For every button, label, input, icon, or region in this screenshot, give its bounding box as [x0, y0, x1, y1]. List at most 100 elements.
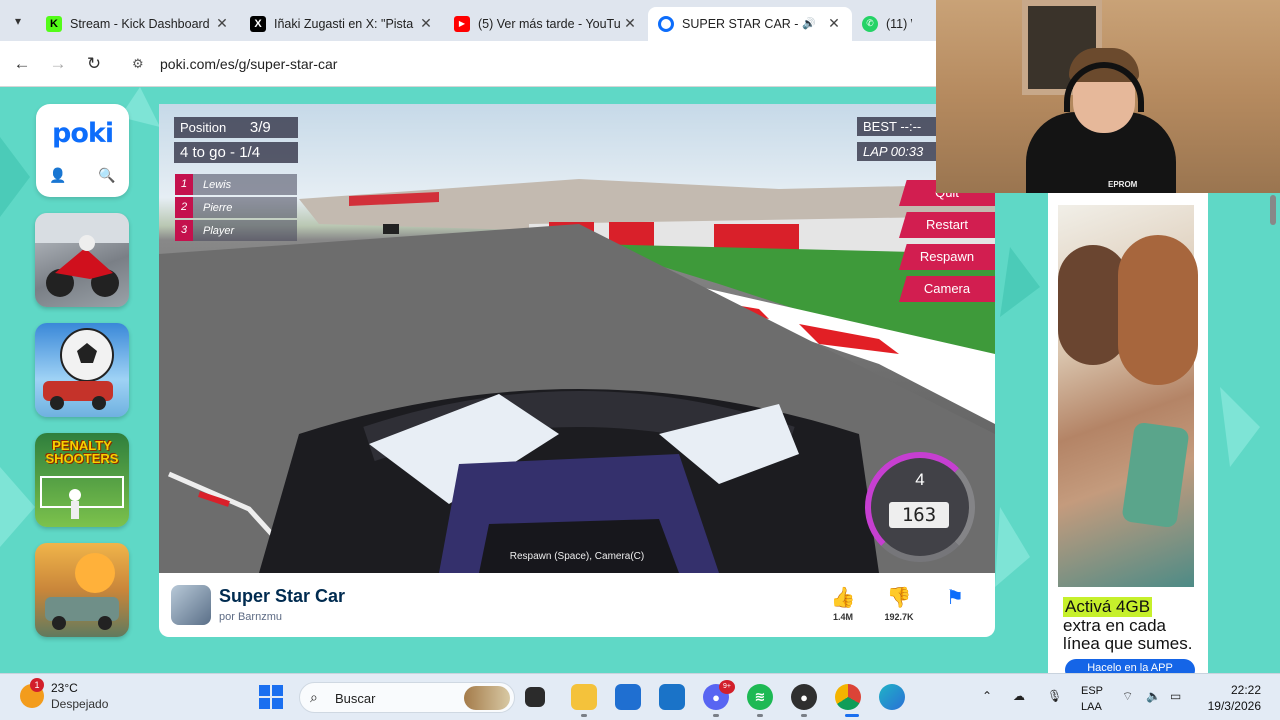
dislike-button[interactable]: 👎 192.7K	[882, 585, 916, 622]
poki-icon	[658, 15, 674, 32]
search-placeholder: Buscar	[335, 691, 376, 706]
best-time-text: BEST --:--	[863, 119, 922, 134]
chrome-icon[interactable]	[835, 684, 861, 710]
speed-readout: 163	[889, 502, 949, 528]
obs-icon[interactable]: ●	[791, 684, 817, 710]
ad-body: extra en cada línea que sumes.	[1063, 616, 1193, 653]
taskbar-search[interactable]: ⌕ Buscar	[299, 682, 515, 713]
poki-logo-card[interactable]: poki 👤 🔍	[36, 104, 129, 197]
spotify-icon[interactable]: ≋	[747, 684, 773, 710]
address-bar[interactable]: ⚙ poki.com/es/g/super-star-car	[122, 47, 928, 81]
leaderboard-row: 2 Pierre	[175, 197, 297, 218]
tab-x[interactable]: X Iñaki Zugasti en X: "Pista ✕	[240, 7, 444, 41]
lang-primary: ESP	[1081, 685, 1104, 697]
edge-icon[interactable]	[879, 684, 905, 710]
show-hidden-icons[interactable]: ⌃	[982, 689, 992, 703]
search-icon[interactable]: 🔍	[98, 167, 116, 185]
game-title: Super Star Car	[219, 586, 346, 606]
tab-poki[interactable]: SUPER STAR CAR - ¡Ju 🔊 ✕	[648, 6, 852, 41]
laps-to-go-text: 4 to go - 1/4	[180, 144, 261, 161]
ad-cta-button[interactable]: Hacelo en la APP	[1065, 659, 1195, 673]
close-icon[interactable]: ✕	[418, 15, 434, 32]
tab-youtube[interactable]: ▶ (5) Ver más tarde - YouTu ✕	[444, 7, 648, 41]
weather-badge: 1	[30, 678, 44, 692]
game-author[interactable]: por Barnzmu	[219, 611, 282, 623]
tab-whatsapp[interactable]: ✆ (11) Wha	[852, 7, 922, 41]
game-thumb-soccer-car[interactable]	[35, 323, 129, 417]
file-explorer-icon[interactable]	[571, 684, 597, 710]
close-icon[interactable]: ✕	[826, 15, 842, 32]
driver-name: Lewis	[203, 178, 232, 191]
best-time: BEST --:--	[857, 117, 937, 136]
store-icon[interactable]	[615, 684, 641, 710]
position-label: Position	[180, 120, 227, 135]
flag-icon: ⚑	[946, 587, 964, 609]
dislike-count: 192.7K	[884, 612, 914, 622]
thumbs-up-icon: 👍	[830, 587, 856, 609]
tab-kick[interactable]: K Stream - Kick Dashboard ✕	[36, 7, 240, 41]
game-icon	[171, 585, 211, 625]
wifi-icon[interactable]: ⌔	[1122, 689, 1133, 704]
outlook-icon[interactable]	[659, 684, 685, 710]
scrollbar[interactable]	[1266, 193, 1280, 673]
start-icon[interactable]	[259, 685, 283, 709]
webcam-overlay: EPROM	[936, 0, 1280, 193]
youtube-icon: ▶	[454, 15, 470, 32]
speedometer: 4 163	[865, 452, 975, 562]
game-info-bar: Super Star Car por Barnzmu 👍 1.4M 👎 192.…	[159, 573, 995, 637]
forward-icon[interactable]: →	[40, 54, 76, 74]
date: 19/3/2026	[1207, 699, 1261, 713]
weather-temp[interactable]: 23°C	[51, 681, 78, 695]
game-thumb-penalty-shooters[interactable]: PENALTY SHOOTERS	[35, 433, 129, 527]
tab-strip: ▾ K Stream - Kick Dashboard ✕ X Iñaki Zu…	[0, 0, 936, 41]
respawn-button[interactable]: Respawn	[899, 244, 995, 270]
search-highlight-image	[464, 686, 510, 710]
language-indicator[interactable]: ESP LAA	[1081, 683, 1103, 715]
speaker-icon[interactable]: 🔊	[802, 17, 816, 30]
report-button[interactable]: ⚑	[938, 585, 972, 609]
reload-icon[interactable]: ↻	[76, 54, 112, 74]
poki-logo[interactable]: poki	[52, 118, 114, 149]
game-thumb-demolition[interactable]	[35, 543, 129, 637]
position-value: 3/9	[249, 119, 271, 136]
time: 22:22	[1230, 683, 1261, 697]
microphone-icon[interactable]: 🎙	[1047, 689, 1062, 703]
weather-desc[interactable]: Despejado	[51, 697, 108, 711]
ad-image	[1058, 205, 1198, 587]
motorbike-image	[35, 213, 129, 297]
tab-title: (5) Ver más tarde - YouTu	[478, 16, 621, 31]
rank-number: 3	[175, 220, 193, 241]
tab-search-icon[interactable]: ▾	[0, 0, 36, 41]
close-icon[interactable]: ✕	[214, 15, 230, 32]
kick-icon: K	[46, 15, 62, 32]
restart-button[interactable]: Restart	[899, 212, 995, 238]
url-text: poki.com/es/g/super-star-car	[160, 55, 338, 72]
user-icon[interactable]: 👤	[49, 167, 67, 185]
game-canvas[interactable]: Position 3/9 4 to go - 1/4 BEST --:-- LA…	[159, 104, 995, 573]
soccer-car-image	[43, 328, 114, 410]
battery-icon[interactable]: ▭	[1170, 689, 1181, 703]
lap-time: LAP 00:33	[857, 142, 937, 161]
driver-name: Player	[203, 224, 235, 237]
like-button[interactable]: 👍 1.4M	[826, 585, 860, 622]
advertisement[interactable]: Activá 4GB extra en cada línea que sumes…	[1048, 193, 1208, 673]
browser-toolbar: ← → ↻ ⚙ poki.com/es/g/super-star-car	[0, 41, 936, 87]
game-thumb-motorbike[interactable]	[35, 213, 129, 307]
clock[interactable]: 22:22 19/3/2026	[1208, 682, 1261, 714]
taskview-icon[interactable]	[525, 687, 545, 707]
driver-name: Pierre	[203, 201, 233, 214]
rank-number: 1	[175, 174, 193, 195]
camera-button[interactable]: Camera	[899, 276, 995, 302]
lap-time-text: LAP 00:33	[863, 144, 924, 159]
onedrive-icon[interactable]: ☁	[1013, 689, 1025, 703]
penalty-image	[40, 476, 124, 519]
controls-hint: Respawn (Space), Camera(C)	[509, 551, 645, 562]
close-icon[interactable]: ✕	[622, 15, 638, 32]
back-icon[interactable]: ←	[4, 54, 40, 74]
volume-icon[interactable]: 🔈	[1146, 689, 1161, 703]
rank-number: 2	[175, 197, 193, 218]
demolition-image	[45, 553, 119, 630]
whatsapp-icon: ✆	[862, 15, 878, 32]
site-settings-icon[interactable]: ⚙	[132, 56, 150, 72]
taskbar: 1 23°C Despejado ⌕ Buscar ● 9+ ≋ ● ⌃ ☁ 🎙…	[0, 673, 1280, 720]
